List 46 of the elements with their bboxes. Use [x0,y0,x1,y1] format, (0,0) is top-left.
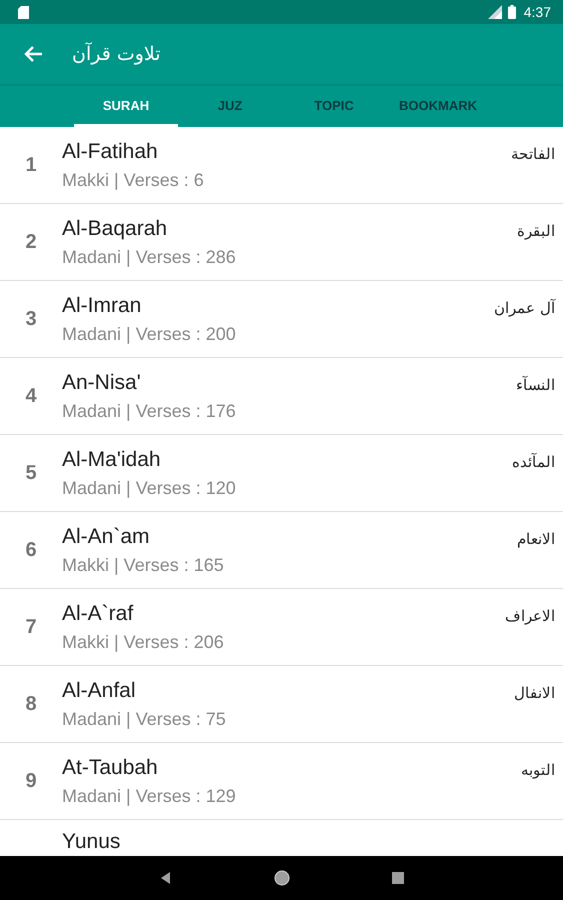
surah-name: Al-Fatihah [62,140,159,164]
arabic-name: النسآء [516,376,555,394]
battery-icon [508,5,516,19]
back-arrow-icon[interactable] [24,44,44,64]
surah-info: Madani | Verses : 75 [62,708,227,730]
surah-number: 5 [24,462,38,484]
arabic-name: الفاتحة [511,145,555,163]
surah-info: Makki | Verses : 206 [62,632,225,652]
surah-name: Yunus [62,830,122,854]
surah-info: Madani | Verses : 129 [62,786,237,806]
arabic-name: التوبه [521,761,555,779]
arabic-name: الانعام [517,530,555,548]
surah-info: Madani | Verses : 120 [62,478,237,498]
surah-info: Makki | Verses : 165 [62,554,225,576]
surah-number: 8 [24,692,38,716]
surah-name: Al-Anfal [62,678,137,702]
recents-icon[interactable] [390,870,406,886]
surah-name: At-Taubah [62,756,159,780]
arabic-name: المآئده [512,453,555,471]
arabic-name: البقرة [517,222,555,240]
clock: 4:37 [524,4,551,20]
surah-number: 1 [24,154,38,176]
app-title: تلاوت قرآن [72,43,161,65]
surah-info: Makki | Verses : 6 [62,170,205,190]
surah-number: 7 [24,616,38,638]
signal-icon [488,5,502,19]
surah-name: Al-Imran [62,294,142,318]
surah-name: An-Nisa' [62,370,142,394]
tab[interactable]: SURAH [74,86,178,127]
surah-number: 9 [24,770,38,792]
surah-name: Al-Ma'idah [62,448,162,472]
sd-card-icon [18,6,29,18]
surah-number: 4 [24,384,38,408]
surah-number: 2 [24,230,38,254]
arabic-name: الانفال [514,684,555,702]
surah-number: 6 [24,538,38,562]
surah-name: Al-A`raf [62,602,134,626]
surah-name: Al-An`am [62,524,151,548]
surah-number: 3 [24,308,38,330]
arabic-name: آل عمران [494,299,555,317]
home-icon[interactable] [274,870,290,886]
arabic-name: الاعراف [505,607,555,625]
surah-info: Madani | Verses : 286 [62,246,237,268]
surah-info: Madani | Verses : 176 [62,400,237,422]
surah-name: Al-Baqarah [62,216,168,240]
surah-info: Madani | Verses : 200 [62,324,237,344]
